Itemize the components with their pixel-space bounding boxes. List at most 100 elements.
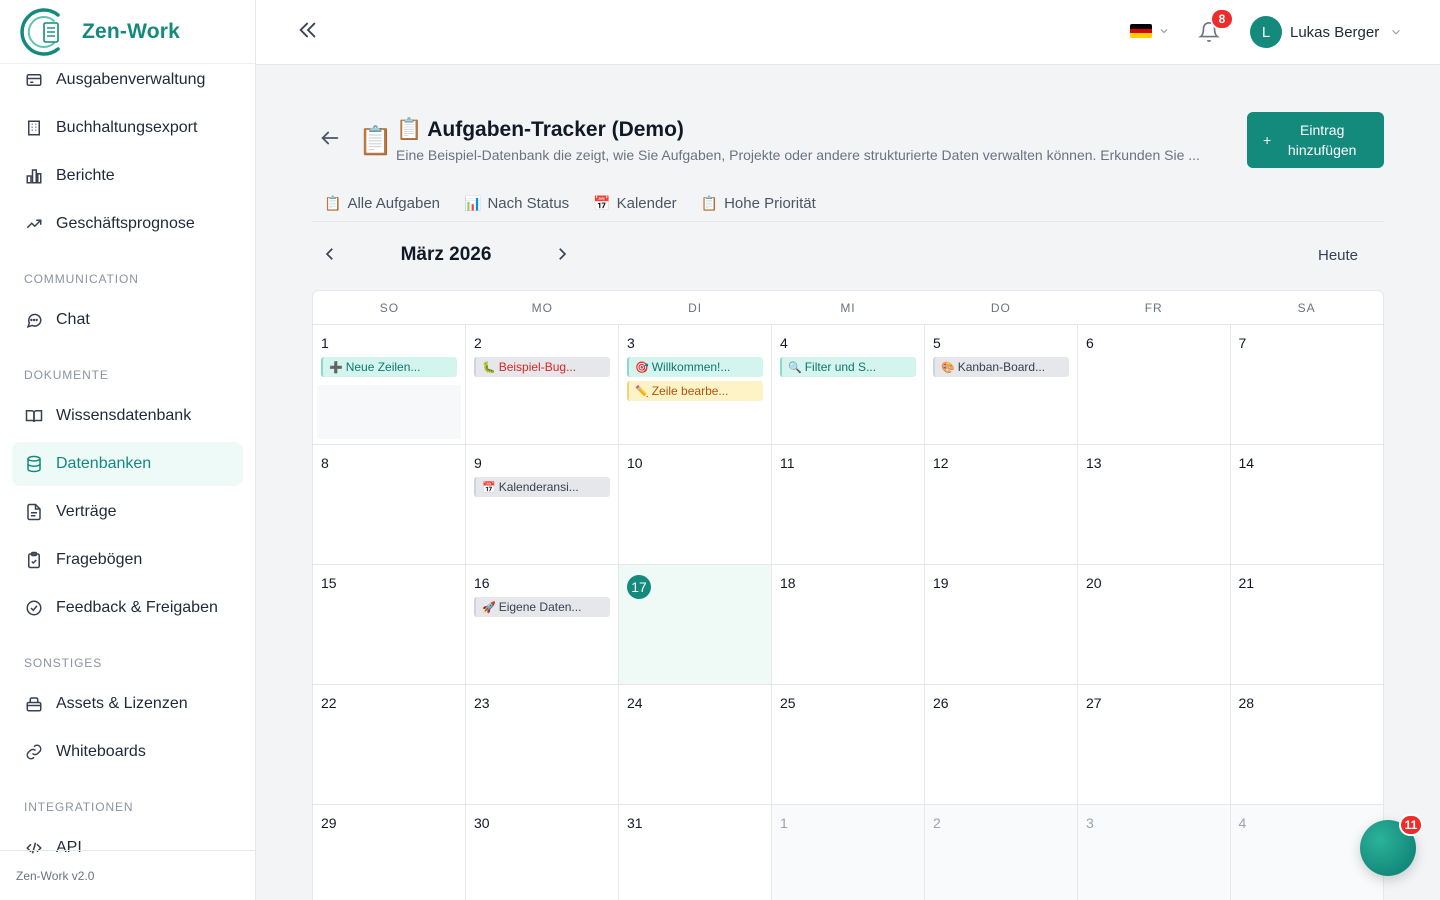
day-number: 30 [474, 815, 490, 831]
sidebar-item-label: Verträge [56, 503, 117, 520]
sidebar-item-ausgabenverwaltung[interactable]: Ausgabenverwaltung [12, 58, 243, 102]
previous-month-button[interactable] [318, 244, 342, 268]
book-icon [24, 406, 44, 426]
calendar-day[interactable]: 24 [619, 685, 772, 805]
sidebar-item-datenbanken[interactable]: Datenbanken [12, 442, 243, 486]
bell-icon [1198, 22, 1220, 48]
database-emoji-icon[interactable]: 📋 [358, 124, 393, 157]
sidebar-item-label: Wissensdatenbank [56, 407, 192, 424]
tab-alle-aufgaben[interactable]: 📋 Alle Aufgaben [312, 186, 452, 220]
calendar-day[interactable]: 19 [925, 565, 1078, 685]
weekday-label: DO [990, 300, 1011, 315]
plus-icon: + [1263, 132, 1272, 148]
back-button[interactable] [318, 128, 342, 152]
add-entry-button[interactable]: + Eintrag hinzufügen [1247, 112, 1384, 168]
sidebar-item-berichte[interactable]: Berichte [12, 154, 243, 198]
calendar-day[interactable]: 14 [1230, 445, 1383, 565]
calendar-event[interactable]: 🐛 Beispiel-Bug... [474, 357, 610, 377]
day-number: 28 [1238, 695, 1255, 711]
calendar-icon: 📅 [593, 194, 611, 211]
sidebar-item-geschaeftsprognose[interactable]: Geschäftsprognose [12, 202, 243, 246]
day-number: 12 [933, 455, 949, 471]
chevron-left-icon [321, 245, 339, 268]
weekday-label: FR [1144, 300, 1163, 315]
calendar-day[interactable]: 4 🔍 Filter und S... [772, 325, 925, 445]
calendar-event[interactable]: 🎯 Willkommen!... [627, 357, 763, 377]
calendar-day[interactable]: 2 [925, 805, 1078, 900]
calendar-day[interactable]: 30 [466, 805, 619, 900]
calendar-event[interactable]: 🚀 Eigene Daten... [474, 597, 610, 617]
day-number: 7 [1238, 335, 1247, 351]
tab-kalender[interactable]: 📅 Kalender [581, 186, 688, 220]
collapse-sidebar-button[interactable] [296, 20, 320, 44]
sidebar-item-assets[interactable]: Assets & Lizenzen [12, 682, 243, 726]
calendar-day[interactable]: 11 [772, 445, 925, 565]
calendar-day[interactable]: 20 [1078, 565, 1231, 685]
day-number: 26 [933, 695, 949, 711]
app-logo[interactable]: Zen-Work [0, 0, 255, 64]
user-menu[interactable]: L Lukas Berger [1250, 16, 1403, 48]
event-title: Filter und S... [804, 360, 877, 374]
calendar-day[interactable]: 2 🐛 Beispiel-Bug... [466, 325, 619, 445]
event-icon: 🎯 [635, 361, 649, 374]
sidebar-item-feedback[interactable]: Feedback & Freigaben [12, 586, 243, 630]
notifications-button[interactable]: 8 [1198, 8, 1234, 48]
day-placeholder [317, 385, 461, 439]
calendar-day[interactable]: 1 ➕ Neue Zeilen... [313, 325, 466, 445]
sidebar-item-whiteboards[interactable]: Whiteboards [12, 730, 243, 774]
sidebar-item-label: Chat [56, 311, 90, 328]
calendar-day[interactable]: 21 [1230, 565, 1383, 685]
arrow-left-icon [319, 127, 341, 154]
calendar-event[interactable]: 📅 Kalenderansi... [474, 477, 610, 497]
event-icon: ➕ [329, 361, 343, 374]
section-integrationen: INTEGRATIONEN [24, 800, 134, 814]
calendar-day[interactable]: 31 [619, 805, 772, 900]
calendar-day[interactable]: 23 [466, 685, 619, 805]
today-button[interactable]: Heute [1318, 247, 1358, 264]
chevrons-left-icon [297, 19, 319, 46]
sidebar-item-label: Fragebögen [56, 551, 143, 568]
calendar-day[interactable]: 15 [313, 565, 466, 685]
calendar-day[interactable]: 3 [1078, 805, 1231, 900]
calendar-day[interactable]: 27 [1078, 685, 1231, 805]
sidebar-item-label: Datenbanken [56, 455, 152, 472]
chat-unread-badge: 11 [1399, 814, 1423, 836]
calendar-event[interactable]: 🎨 Kanban-Board... [933, 357, 1069, 377]
calendar-event[interactable]: ➕ Neue Zeilen... [321, 357, 457, 377]
calendar-day[interactable]: 10 [619, 445, 772, 565]
calendar-day[interactable]: 12 [925, 445, 1078, 565]
calendar-day[interactable]: 29 [313, 805, 466, 900]
next-month-button[interactable] [550, 244, 574, 268]
sidebar-item-label: Buchhaltungsexport [56, 119, 198, 136]
tab-hohe-prioritaet[interactable]: 📋 Hohe Priorität [689, 186, 828, 220]
calendar-day[interactable]: 6 [1078, 325, 1231, 445]
sidebar-item-vertraege[interactable]: Verträge [12, 490, 243, 534]
calendar-day[interactable]: 9 📅 Kalenderansi... [466, 445, 619, 565]
event-title: Neue Zeilen... [345, 360, 421, 374]
calendar-day[interactable]: 5 🎨 Kanban-Board... [925, 325, 1078, 445]
calendar-event[interactable]: ✏️ Zeile bearbe... [627, 381, 763, 401]
event-title: Kanban-Board... [957, 360, 1046, 374]
calendar-day[interactable]: 3 🎯 Willkommen!... ✏️ Zeile bearbe... [619, 325, 772, 445]
language-selector[interactable] [1130, 24, 1170, 38]
calendar-day[interactable]: 26 [925, 685, 1078, 805]
calendar-day[interactable]: 16 🚀 Eigene Daten... [466, 565, 619, 685]
calendar-day-today[interactable]: 17 [619, 565, 772, 685]
file-icon [24, 502, 44, 522]
calendar-day[interactable]: 25 [772, 685, 925, 805]
calendar-day[interactable]: 22 [313, 685, 466, 805]
calendar-day[interactable]: 28 [1230, 685, 1383, 805]
building-icon [24, 118, 44, 138]
sidebar-item-wissensdatenbank[interactable]: Wissensdatenbank [12, 394, 243, 438]
tab-nach-status[interactable]: 📊 Nach Status [452, 186, 581, 220]
calendar-day[interactable]: 18 [772, 565, 925, 685]
calendar-day[interactable]: 13 [1078, 445, 1231, 565]
calendar-day[interactable]: 1 [772, 805, 925, 900]
sidebar-item-chat[interactable]: Chat [12, 298, 243, 342]
calendar-day[interactable]: 7 [1230, 325, 1383, 445]
sidebar-item-buchhaltungsexport[interactable]: Buchhaltungsexport [12, 106, 243, 150]
calendar-event[interactable]: 🔍 Filter und S... [780, 357, 916, 377]
sidebar-item-frageboegen[interactable]: Fragebögen [12, 538, 243, 582]
page-title: 📋 Aufgaben-Tracker (Demo) [396, 118, 684, 141]
calendar-day[interactable]: 8 [313, 445, 466, 565]
